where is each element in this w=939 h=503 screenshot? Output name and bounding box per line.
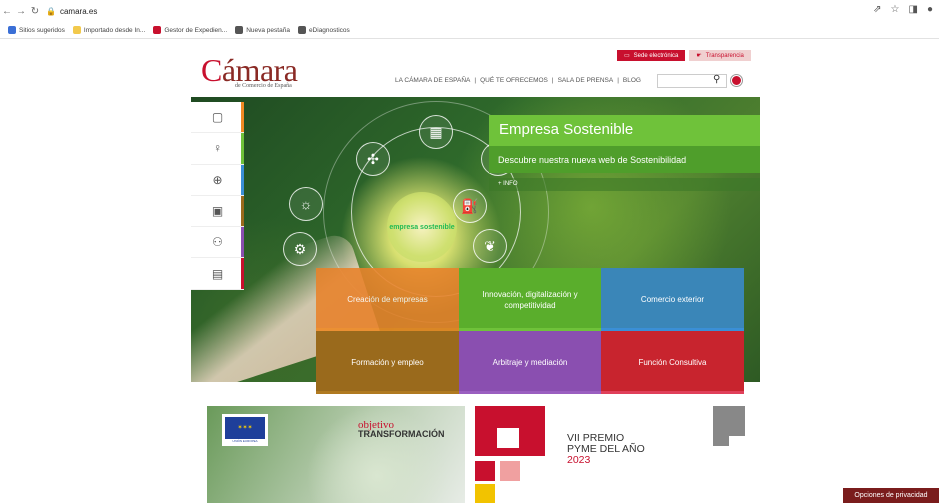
bookmarks-bar: Sitios sugeridos Importado desde In... Ges…: [0, 22, 939, 39]
side-menu-item[interactable]: ⊕: [191, 164, 244, 196]
nav-item[interactable]: SALA DE PRENSA: [558, 77, 614, 84]
lightbulb-logo: empresa sostenible: [387, 192, 457, 262]
transparencia-button[interactable]: ☛ Transparencia: [689, 50, 751, 61]
star-icon[interactable]: ☆: [891, 4, 900, 15]
document-icon: ▤: [211, 266, 224, 281]
objetivo-logo: objetivo TRANSFORMACIÓN: [358, 420, 445, 439]
people-icon: ⚇: [212, 235, 223, 250]
eu-stars-icon: ✶✶✶: [225, 417, 265, 439]
side-menu-item[interactable]: ⚇: [191, 227, 244, 259]
wind-turbine-icon: ✣: [356, 142, 390, 176]
solar-panel-icon: ▦: [419, 115, 453, 149]
transformacion-text: TRANSFORMACIÓN: [358, 429, 445, 439]
service-tile[interactable]: Formación y empleo: [316, 331, 459, 394]
tile-label: Función Consultiva: [638, 358, 707, 367]
bookmark-1[interactable]: Importado desde In...: [72, 26, 146, 34]
reload-icon[interactable]: ↻: [28, 6, 42, 17]
side-menu-item[interactable]: ♀: [191, 133, 244, 165]
privacy-options-button[interactable]: Opciones de privacidad: [843, 488, 939, 503]
share-icon[interactable]: ⇗: [873, 4, 881, 15]
monitor-icon: ▭: [624, 53, 630, 59]
certificate-icon: ▣: [211, 204, 224, 219]
oil-pump-icon: ⚙: [283, 232, 317, 266]
sede-electronica-button[interactable]: ▭ Sede electrónica: [617, 50, 686, 61]
bookmark-label: Importado desde In...: [83, 26, 146, 34]
lightbulb-icon: ♀: [213, 141, 222, 156]
bookmark-label: eDiagnosticos: [308, 26, 350, 34]
bulb-text: empresa sostenible: [389, 223, 455, 231]
hero-subtitle: Descubre nuestra nueva web de Sostenibil…: [489, 146, 760, 173]
sede-label: Sede electrónica: [633, 52, 679, 59]
service-tile[interactable]: Función Consultiva: [601, 331, 744, 394]
nav-separator: |: [617, 77, 619, 84]
page: ← → ↻ 🔒 camara.es ⇗ ☆ ◨ ● Sitios sugerid…: [0, 0, 939, 503]
grey-tail: [713, 436, 729, 446]
tile-label: Formación y empleo: [351, 358, 424, 367]
eu-flag-logo: ✶✶✶ UNIÓN EUROPEA: [222, 414, 268, 446]
bookmark-icon: [153, 26, 162, 34]
bookmark-icon: [72, 26, 81, 34]
url-text: camara.es: [59, 6, 98, 16]
service-tile[interactable]: Arbitraje y mediación: [459, 331, 601, 394]
logo-subtitle: de Comercio de España: [235, 83, 292, 89]
side-menu-item[interactable]: ▢: [191, 102, 244, 134]
logo-initial: C: [201, 52, 222, 88]
bookmark-label: Nueva pestaña: [246, 26, 290, 34]
nav-separator: |: [474, 77, 477, 84]
nav-separator: |: [551, 77, 554, 84]
sidepanel-icon[interactable]: ◨: [909, 4, 918, 15]
bookmark-4[interactable]: eDiagnosticos: [297, 26, 350, 34]
bookmark-3[interactable]: Nueva pestaña: [235, 26, 290, 34]
bookmark-2[interactable]: Gestor de Expedien...: [153, 26, 227, 34]
bookmark-icon: [235, 26, 244, 34]
nav-item[interactable]: BLOG: [623, 77, 641, 84]
bookmark-icon: [297, 26, 306, 34]
red-square: [475, 461, 495, 481]
bookmark-label: Gestor de Expedien...: [164, 26, 228, 34]
hand-icon: ☛: [696, 53, 702, 59]
globe-icon: ⊕: [212, 172, 223, 187]
premio-year: 2023: [567, 454, 591, 466]
main-nav: LA CÁMARA DE ESPAÑA | QUÉ TE OFRECEMOS | SAL…: [395, 77, 641, 84]
eu-label: UNIÓN EUROPEA: [232, 439, 258, 443]
nav-item[interactable]: QUÉ TE OFRECEMOS: [480, 77, 548, 84]
language-flag-icon[interactable]: [731, 75, 742, 86]
side-menu-item[interactable]: ▤: [191, 258, 244, 290]
search-icon[interactable]: ⚲: [713, 74, 720, 85]
tile-label: Comercio exterior: [640, 295, 705, 304]
back-icon[interactable]: ←: [0, 6, 14, 17]
hero-title-box[interactable]: Empresa Sostenible Descubre nuestra nuev…: [489, 115, 760, 178]
grey-block: [713, 406, 745, 436]
camara-logo[interactable]: Cámara de Comercio de España: [201, 52, 298, 89]
hero-title: Empresa Sostenible: [489, 115, 760, 146]
leaf-icon: ❦: [473, 229, 507, 263]
tile-label: Innovación, digitalización y competitivi…: [482, 289, 578, 310]
side-menu: ▢ ♀ ⊕ ▣ ⚇ ▤: [191, 102, 244, 290]
profile-icon[interactable]: ●: [927, 4, 933, 15]
address-bar[interactable]: 🔒 camara.es: [46, 7, 97, 16]
premio-text: VII PREMIO PYME DEL AÑO 2023: [567, 433, 645, 466]
service-tiles: Creación de empresas Innovación, digitali…: [316, 268, 744, 394]
service-tile[interactable]: Comercio exterior: [601, 268, 744, 331]
side-menu-item[interactable]: ▣: [191, 195, 244, 228]
tile-label: Creación de empresas: [347, 295, 428, 304]
pink-square: [500, 461, 520, 481]
tile-label: Arbitraje y mediación: [492, 358, 568, 367]
service-tile[interactable]: Innovación, digitalización y competitivi…: [459, 268, 601, 331]
forward-icon[interactable]: →: [14, 6, 28, 17]
bookmark-icon: [8, 26, 16, 34]
nav-item[interactable]: LA CÁMARA DE ESPAÑA: [395, 77, 470, 84]
briefcase-icon: ▢: [211, 110, 224, 125]
yellow-square: [475, 484, 495, 503]
service-tile[interactable]: Creación de empresas: [316, 268, 459, 331]
bookmark-label: Sitios sugeridos: [19, 26, 65, 34]
info-link[interactable]: + INFO: [489, 178, 760, 191]
bookmark-0[interactable]: Sitios sugeridos: [8, 26, 65, 34]
sun-icon: ☼: [289, 187, 323, 221]
transparencia-label: Transparencia: [705, 52, 744, 59]
lock-icon: 🔒: [46, 6, 56, 16]
browser-toolbar: ← → ↻ 🔒 camara.es ⇗ ☆ ◨ ●: [0, 0, 939, 22]
white-notch: [497, 428, 519, 448]
fuel-icon: ⛽: [453, 189, 487, 223]
